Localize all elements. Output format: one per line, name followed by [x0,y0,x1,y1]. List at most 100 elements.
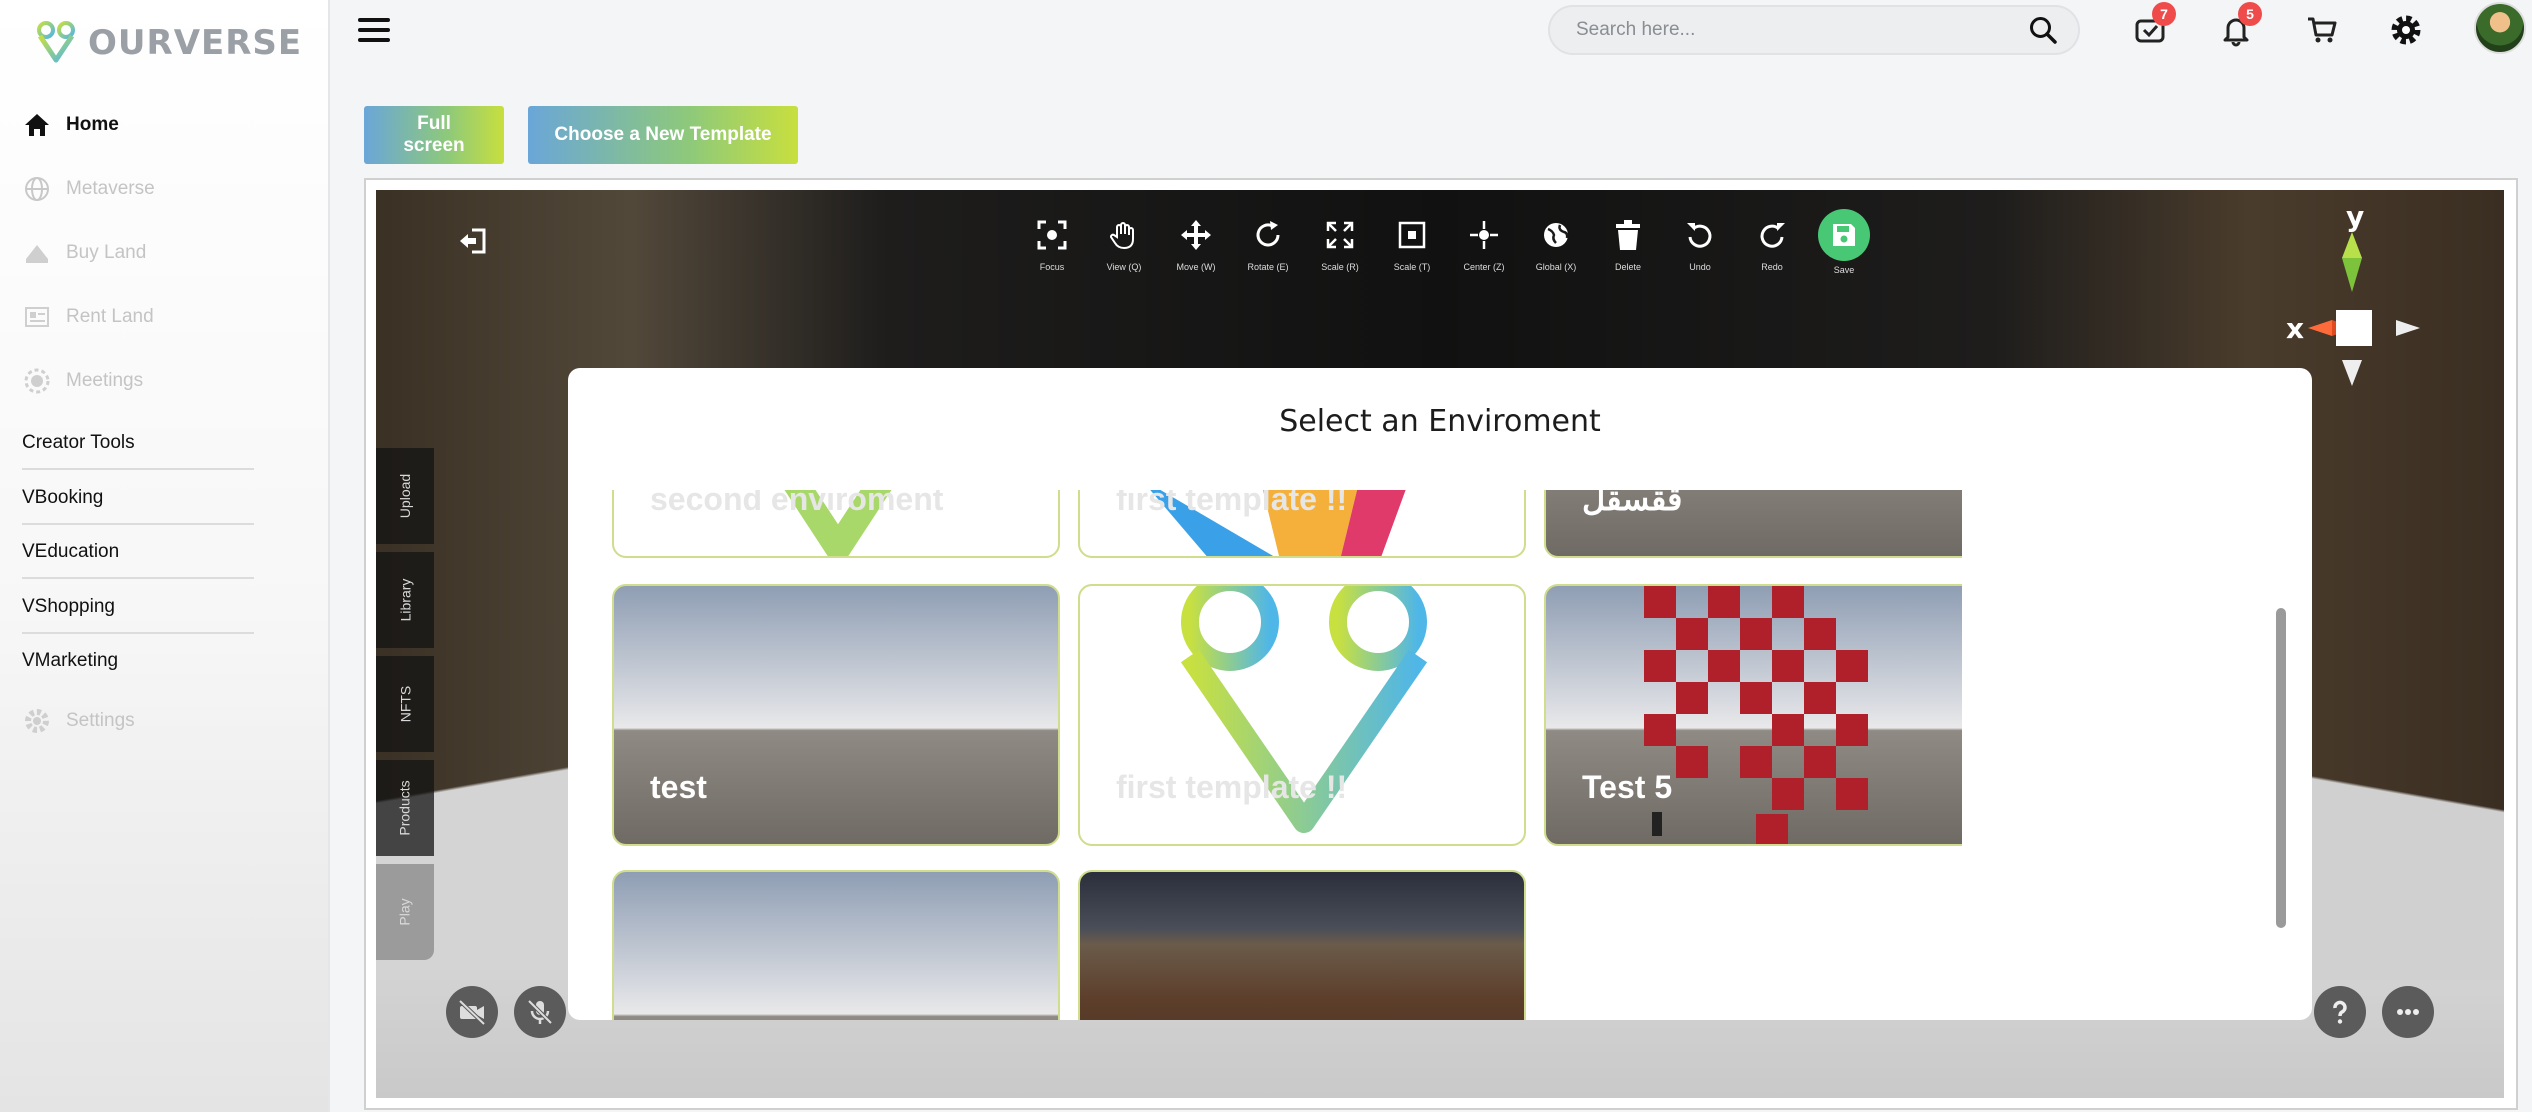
tool-label: Move (W) [1176,262,1216,272]
cart-button[interactable] [2302,10,2342,50]
tool-center[interactable]: Center (Z) [1448,212,1520,275]
environment-card[interactable]: first template !! [1078,490,1526,558]
tab-label: NFTS [397,685,413,723]
tool-label: Global (X) [1535,262,1577,272]
tool-undo[interactable]: Undo [1664,212,1736,275]
tool-scale[interactable]: Scale (R) [1304,212,1376,275]
environment-thumbnail [1180,586,1428,833]
environment-card[interactable]: Test 5 [1544,584,1962,846]
sidebar-item-label: Rent Land [66,306,154,327]
tool-delete[interactable]: Delete [1592,212,1664,275]
environment-card[interactable] [612,870,1060,1020]
home-icon [22,110,52,140]
notifications-badge: 5 [2238,2,2262,26]
tool-label: Delete [1614,262,1641,272]
camera-off-icon [458,999,486,1026]
exit-icon[interactable] [456,224,490,258]
environment-card[interactable]: test [612,584,1060,846]
tool-move[interactable]: Move (W) [1160,212,1232,275]
sidebar-link-veducation[interactable]: VEducation [22,533,254,579]
tool-focus[interactable]: Focus [1016,212,1088,275]
sidebar-item-buy-land[interactable]: Buy Land [22,233,146,273]
mic-off-icon [527,999,553,1025]
tab-play[interactable]: Play [376,864,434,960]
cart-icon [2308,17,2337,43]
environment-grid: second enviroment first template !! ققسق… [612,490,1962,1020]
notifications-button[interactable]: 5 [2216,2,2262,50]
card-label: second enviroment [650,490,944,517]
camera-off-button[interactable] [446,986,498,1038]
tool-redo[interactable]: Redo [1736,212,1808,275]
tool-save[interactable]: Save [1808,209,1880,275]
sidebar-link-creator-tools[interactable]: Creator Tools [22,424,254,470]
search-input[interactable] [1576,19,2028,41]
card-label: test [650,769,707,805]
help-button[interactable] [2314,986,2366,1038]
global-icon [1535,212,1577,258]
tool-global[interactable]: Global (X) [1520,212,1592,275]
sidebar-item-settings[interactable]: Settings [22,701,135,741]
tool-rotate[interactable]: Rotate (E) [1232,212,1304,275]
card-label: Test 5 [1582,769,1673,805]
sidebar-item-metaverse[interactable]: Metaverse [22,169,155,209]
tab-upload[interactable]: Upload [376,448,434,544]
environment-card[interactable] [1078,870,1526,1020]
scale-box-icon [1391,212,1433,258]
messages-button[interactable]: 7 [2130,2,2176,50]
rotate-icon [1247,212,1289,258]
center-icon [1463,212,1505,258]
tab-label: Play [396,898,413,926]
tab-nfts[interactable]: NFTS [376,656,434,752]
search-icon[interactable] [2028,15,2058,45]
tool-label: Focus [1039,262,1065,272]
hamburger-menu-icon[interactable] [356,14,392,46]
undo-icon [1679,212,1721,258]
meetings-icon [22,366,52,396]
tool-label: Rotate (E) [1247,262,1289,272]
environment-card[interactable]: ققسقل [1544,490,1962,558]
tool-view[interactable]: View (Q) [1088,212,1160,275]
tab-products[interactable]: Products [376,760,434,856]
hand-icon [1103,212,1145,258]
gizmo-y-label: y [2346,200,2364,233]
tab-label: Library [396,578,413,622]
sidebar-item-label: Buy Land [66,242,147,263]
save-icon [1818,209,1870,261]
scale-icon [1319,212,1361,258]
tool-label: View (Q) [1106,262,1142,272]
help-icon [2333,1000,2347,1024]
mic-off-button[interactable] [514,986,566,1038]
tool-label: Redo [1761,262,1783,272]
brand-logo[interactable]: OURVERSE [34,18,302,68]
tool-label: Scale (R) [1321,262,1359,272]
modal-scrollbar[interactable] [2276,608,2286,928]
sidebar-link-vmarketing[interactable]: VMarketing [22,642,254,686]
tool-label: Save [1833,265,1855,275]
tab-library[interactable]: Library [376,552,434,648]
move-icon [1175,212,1217,258]
environment-thumbnail [1644,586,1868,844]
settings-button[interactable] [2386,10,2426,50]
land-icon [22,238,52,268]
full-screen-button[interactable]: Full screen [364,106,504,164]
tab-label: Products [397,780,413,836]
sidebar-item-rent-land[interactable]: Rent Land [22,297,154,337]
more-options-button[interactable] [2382,986,2434,1038]
sidebar-link-vbooking[interactable]: VBooking [22,479,254,525]
sidebar-link-vshopping[interactable]: VShopping [22,588,254,634]
tool-scale-box[interactable]: Scale (T) [1376,212,1448,275]
axis-gizmo[interactable]: y x [2276,196,2426,396]
sidebar-item-meetings[interactable]: Meetings [22,361,143,401]
environment-card[interactable]: second enviroment [612,490,1060,558]
sidebar-item-label: Meetings [66,370,144,391]
trash-icon [1607,212,1649,258]
sidebar-item-label: Settings [66,710,135,731]
sidebar-item-home[interactable]: Home [22,105,119,145]
brand-name: OURVERSE [88,23,303,63]
choose-template-button[interactable]: Choose a New Template [528,106,798,164]
card-label: first template !! [1116,769,1348,805]
modal-title: Select an Enviroment [1279,404,1601,439]
avatar[interactable] [2474,2,2526,54]
messages-badge: 7 [2152,2,2176,26]
environment-card[interactable]: first template !! [1078,584,1526,846]
